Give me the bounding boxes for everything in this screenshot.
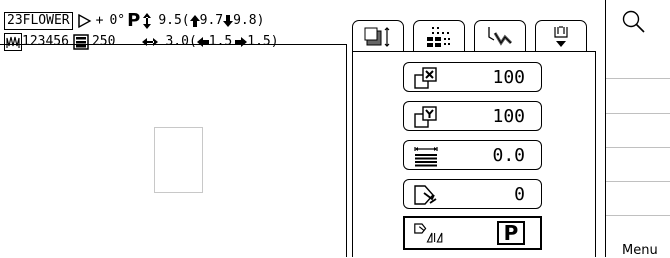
y-scale-icon — [414, 106, 437, 128]
search-button[interactable] — [620, 8, 648, 40]
needle-icon — [488, 26, 513, 46]
menu-button[interactable]: Menu — [622, 243, 658, 258]
feed-angle-value: 0° — [109, 13, 126, 28]
magnifier-icon — [622, 10, 645, 33]
density-button[interactable]: 0.0 — [403, 140, 542, 170]
rotate-button[interactable]: 0 — [403, 179, 542, 209]
pattern-label-box: 23FLOWER — [4, 12, 73, 30]
dot-grid-icon — [427, 26, 450, 47]
left-arrow-icon — [196, 37, 209, 47]
status-row-1: 23FLOWER + 0° P 9.5 ( 9.7 9.8 ) — [4, 11, 264, 31]
feed-angle-icon — [77, 13, 93, 29]
pattern-number: 23 — [7, 13, 23, 28]
right-column-line-4 — [606, 181, 670, 182]
density-icon — [414, 147, 438, 167]
x-scale-icon — [414, 67, 437, 89]
status-separator — [0, 44, 346, 45]
right-column-line-1 — [606, 78, 670, 79]
status-row-2: 123456 250 3.0 ( 1.5 1.5 ) — [4, 32, 279, 52]
right-arrow-icon — [235, 37, 248, 47]
width-close-paren: ) — [270, 34, 279, 49]
status-bar: 23FLOWER + 0° P 9.5 ( 9.7 9.8 ) 123456 2 — [4, 11, 346, 55]
up-arrow-icon — [189, 15, 200, 27]
right-column-line-2 — [606, 113, 670, 114]
stitch-list-icon — [73, 34, 89, 50]
rotate-icon — [414, 185, 437, 205]
tab-scale[interactable] — [352, 20, 404, 52]
right-column-line-5 — [606, 215, 670, 216]
horizontal-arrows-icon — [141, 37, 159, 47]
tab-bell[interactable] — [535, 20, 587, 52]
down-arrow-icon — [223, 15, 234, 27]
x-scale-value: 100 — [492, 67, 525, 88]
stitch-width: 3.0 — [165, 34, 189, 49]
mirror-p-indicator: P — [497, 221, 525, 245]
height-down-value: 9.8 — [233, 13, 257, 28]
stitch-height: 9.5 — [158, 13, 182, 28]
pattern-name: FLOWER — [22, 13, 70, 28]
file-number: 123456 — [22, 34, 69, 49]
height-open-paren: ( — [181, 13, 190, 28]
scale-frame-icon — [364, 26, 390, 47]
stitch-count: 250 — [91, 34, 116, 49]
p-mark: P — [127, 10, 141, 31]
right-column-line-3 — [606, 147, 670, 148]
y-scale-button[interactable]: 100 — [403, 101, 542, 131]
panel-divider — [346, 44, 347, 257]
width-open-paren: ( — [188, 34, 197, 49]
y-scale-value: 100 — [492, 106, 525, 127]
height-up-value: 9.7 — [199, 13, 224, 28]
vertical-arrows-icon — [142, 12, 152, 30]
feed-sign: + — [95, 13, 104, 28]
density-value: 0.0 — [492, 145, 525, 166]
height-close-paren: ) — [256, 13, 265, 28]
pattern-preview[interactable] — [154, 127, 203, 193]
zigzag-stitch-icon — [4, 33, 22, 51]
right-column-separator — [605, 0, 606, 257]
mirror-button[interactable]: P — [403, 216, 542, 250]
x-scale-button[interactable]: 100 — [403, 62, 542, 92]
mirror-icon — [414, 223, 443, 243]
width-left-value: 1.5 — [208, 34, 233, 49]
rotate-value: 0 — [514, 184, 525, 205]
width-right-value: 1.5 — [247, 34, 271, 49]
tab-grid[interactable] — [413, 20, 465, 52]
tab-needle[interactable] — [474, 20, 526, 52]
bell-pattern-icon — [554, 25, 568, 47]
